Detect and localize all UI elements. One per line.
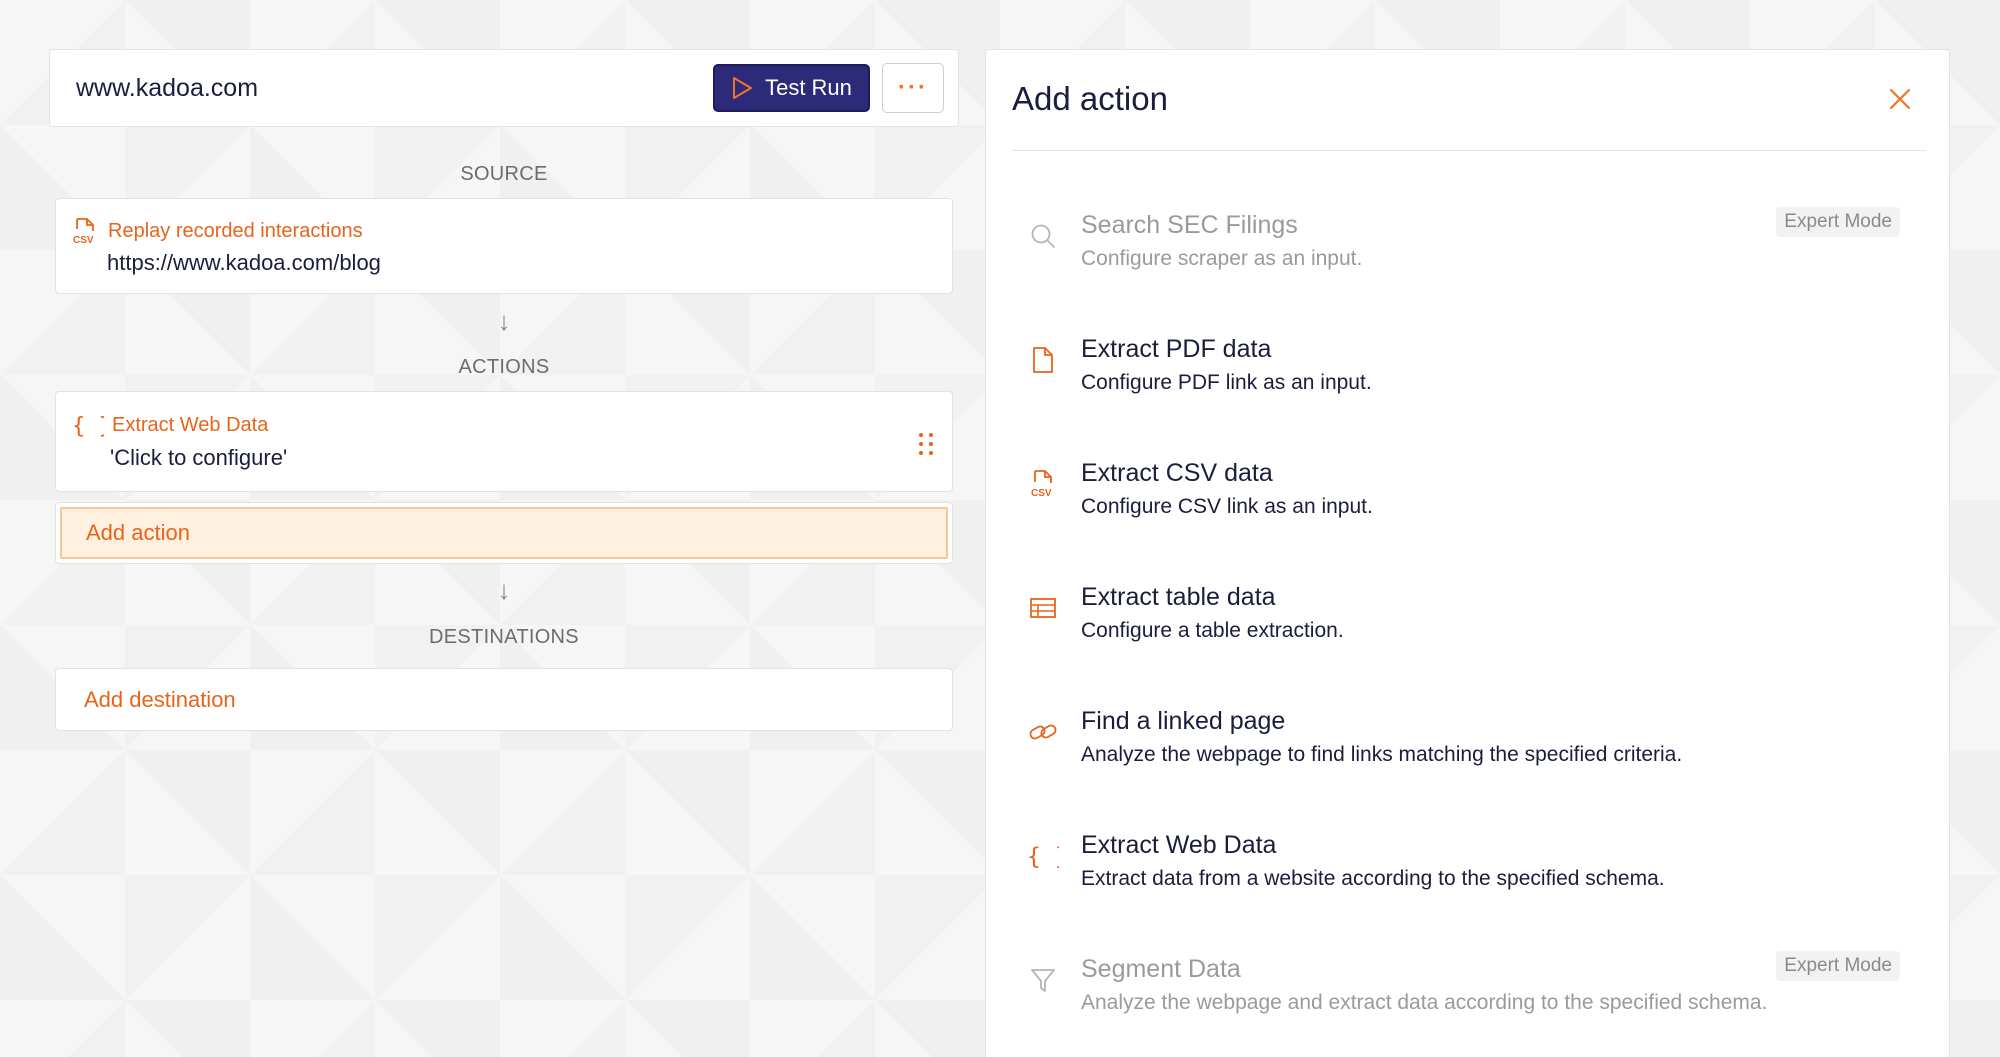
action-title: Extract Web Data [112,413,269,436]
option-desc: Configure scraper as an input. [1081,247,1363,270]
arrow-down-icon: ↓ [497,306,511,336]
add-action-container: Add action [55,502,953,564]
site-name: www.kadoa.com [76,73,259,102]
destinations-section-label: DESTINATIONS [429,626,579,648]
option-name: Search SEC Filings [1081,211,1298,239]
option-extract-pdf-data[interactable]: Extract PDF data Configure PDF link as a… [1012,331,1926,427]
option-name: Extract Web Data [1081,831,1277,859]
workflow-header: www.kadoa.com Test Run ··· [49,49,959,127]
actions-section-label: ACTIONS [458,356,550,378]
svg-text:{ }: { } [1027,844,1059,870]
action-subtitle: 'Click to configure' [110,445,288,470]
option-name: Extract PDF data [1081,335,1272,363]
search-icon [1031,224,1055,248]
option-name: Extract table data [1081,583,1276,611]
option-extract-web-data[interactable]: { } Extract Web Data Extract data from a… [1012,827,1926,923]
table-icon [1030,598,1056,618]
option-name: Extract CSV data [1081,459,1273,487]
svg-text:CSV: CSV [73,235,94,245]
option-desc: Extract data from a website according to… [1081,867,1665,890]
pdf-file-icon [1033,347,1053,373]
option-extract-csv-data[interactable]: CSV Extract CSV data Configure CSV link … [1012,455,1926,551]
source-section-label: SOURCE [460,163,548,185]
close-icon[interactable] [1887,86,1913,112]
arrow-down-icon: ↓ [497,575,511,605]
expert-mode-badge: Expert Mode [1776,951,1900,981]
link-icon [1029,724,1057,740]
svg-text:CSV: CSV [1031,488,1052,499]
svg-text:{ }: { } [72,414,104,438]
option-name: Find a linked page [1081,707,1286,735]
filter-icon [1031,969,1055,992]
more-icon: ··· [898,74,928,101]
option-segment-data[interactable]: Segment Data Analyze the webpage and ext… [1012,951,1926,1047]
option-name: Segment Data [1081,955,1241,983]
panel-title: Add action [1012,80,1168,117]
source-title: Replay recorded interactions [108,219,363,242]
option-search-sec-filings[interactable]: Search SEC Filings Configure scraper as … [1012,207,1926,303]
expert-mode-badge: Expert Mode [1776,207,1900,237]
test-run-label: Test Run [765,75,852,100]
add-destination-button[interactable]: Add destination [55,668,953,731]
option-desc: Analyze the webpage and extract data acc… [1081,991,1768,1014]
option-desc: Analyze the webpage to find links matchi… [1081,743,1683,766]
braces-icon: { } [72,414,104,438]
more-options-button[interactable]: ··· [882,63,944,113]
add-destination-label: Add destination [84,686,236,712]
option-desc: Configure CSV link as an input. [1081,495,1373,518]
action-card-extract-web-data[interactable]: { } Extract Web Data 'Click to configure… [55,391,953,492]
source-url: https://www.kadoa.com/blog [107,250,381,275]
option-extract-table-data[interactable]: Extract table data Configure a table ext… [1012,579,1926,675]
option-find-linked-page[interactable]: Find a linked page Analyze the webpage t… [1012,703,1926,799]
source-card[interactable]: CSV Replay recorded interactions https:/… [55,198,953,294]
csv-file-icon: CSV [1031,470,1052,499]
csv-file-icon: CSV [73,218,94,245]
braces-icon: { } [1027,844,1059,870]
play-icon [733,77,753,99]
add-action-button[interactable]: Add action [60,507,948,559]
option-desc: Configure PDF link as an input. [1081,371,1372,394]
test-run-button[interactable]: Test Run [713,64,870,112]
add-action-panel: Add action Search SEC Filings Configure … [985,49,1950,1057]
option-desc: Configure a table extraction. [1081,619,1344,642]
panel-divider [1012,150,1926,151]
drag-handle-icon[interactable] [918,432,934,456]
